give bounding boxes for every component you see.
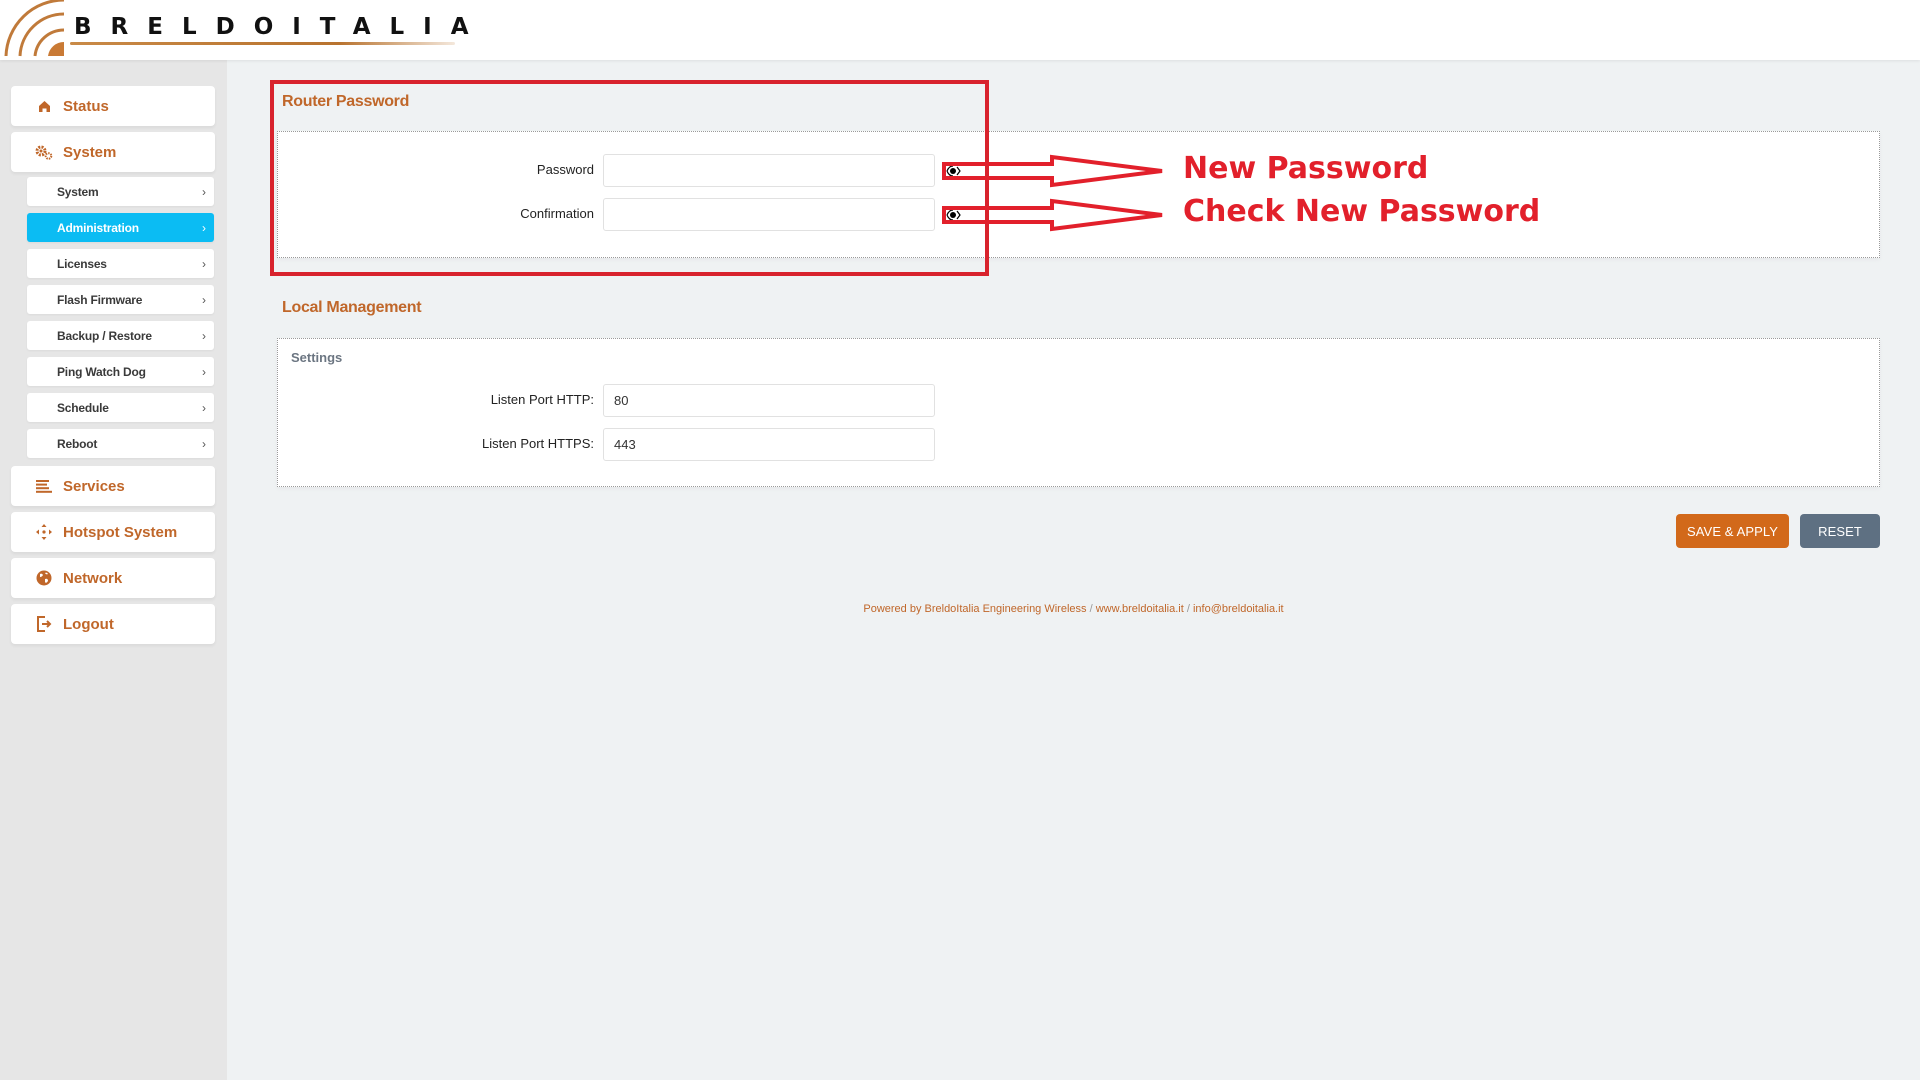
sidebar-item-hotspot-system[interactable]: Hotspot System	[11, 512, 215, 552]
local-management-title: Local Management	[282, 299, 422, 316]
submenu-item-label: Flash Firmware	[57, 292, 143, 307]
save-apply-button[interactable]: SAVE & APPLY	[1676, 514, 1789, 548]
sidebar-item-services[interactable]: Services	[11, 466, 215, 506]
chevron-right-icon: ›	[202, 364, 206, 379]
submenu-item-reboot[interactable]: Reboot ›	[27, 429, 214, 458]
brand-logo[interactable]: BRELDOITALIA	[0, 0, 469, 60]
chevron-right-icon: ›	[202, 256, 206, 271]
router-password-title: Router Password	[282, 93, 410, 110]
annotation-new-password: New Password	[1183, 151, 1429, 186]
sidebar-item-label: Status	[63, 97, 109, 115]
sidebar-item-label: Hotspot System	[63, 523, 178, 541]
local-management-panel: Settings Listen Port HTTP: Listen Port H…	[277, 338, 1880, 487]
submenu-item-label: System	[57, 184, 99, 199]
header: BRELDOITALIA	[0, 0, 1920, 60]
gears-icon	[35, 143, 53, 161]
chevron-right-icon: ›	[202, 220, 206, 235]
chevron-right-icon: ›	[202, 292, 206, 307]
footer-website-link[interactable]: www.breldoitalia.it	[1096, 603, 1184, 615]
submenu-item-administration[interactable]: Administration ›	[27, 213, 214, 242]
submenu-item-ping-watch-dog[interactable]: Ping Watch Dog ›	[27, 357, 214, 386]
logo-underline	[70, 42, 455, 45]
move-arrows-icon	[35, 523, 53, 541]
logout-icon	[35, 615, 53, 633]
listen-port-https-label: Listen Port HTTPS:	[482, 436, 594, 451]
submenu-item-label: Schedule	[57, 400, 109, 415]
sidebar-item-status[interactable]: Status	[11, 86, 215, 126]
sidebar-item-system[interactable]: System	[11, 132, 215, 172]
footer-email-link[interactable]: info@breldoitalia.it	[1193, 603, 1284, 615]
eye-icon[interactable]	[943, 164, 965, 178]
listen-port-http-input[interactable]	[603, 384, 935, 417]
settings-subtitle: Settings	[291, 350, 343, 365]
reset-button[interactable]: RESET	[1800, 514, 1880, 548]
confirmation-input[interactable]	[603, 198, 935, 231]
submenu-item-licenses[interactable]: Licenses ›	[27, 249, 214, 278]
submenu-item-label: Backup / Restore	[57, 328, 152, 343]
submenu-item-label: Administration	[57, 220, 139, 235]
submenu-item-flash-firmware[interactable]: Flash Firmware ›	[27, 285, 214, 314]
listen-port-http-label: Listen Port HTTP:	[490, 392, 594, 407]
chevron-right-icon: ›	[202, 400, 206, 415]
footer: Powered by BreldoItalia Engineering Wire…	[0, 603, 1920, 615]
submenu-item-backup-restore[interactable]: Backup / Restore ›	[27, 321, 214, 350]
password-label: Password	[536, 162, 594, 177]
brand-name: BRELDOITALIA	[74, 14, 488, 40]
password-input[interactable]	[603, 154, 935, 187]
footer-powered-by: Powered by BreldoItalia Engineering Wire…	[863, 603, 1087, 615]
sidebar: Status System System › Administration › …	[0, 60, 227, 1080]
sidebar-item-label: Logout	[63, 615, 114, 633]
sidebar-item-label: Network	[63, 569, 123, 587]
listen-port-https-input[interactable]	[603, 428, 935, 461]
chevron-right-icon: ›	[202, 436, 206, 451]
list-icon	[35, 477, 53, 495]
submenu-item-system[interactable]: System ›	[27, 177, 214, 206]
annotation-check-new-password: Check New Password	[1183, 194, 1541, 229]
sidebar-item-label: System	[63, 143, 117, 161]
footer-separator: /	[1186, 603, 1190, 615]
submenu-item-label: Reboot	[57, 436, 98, 451]
chevron-right-icon: ›	[202, 184, 206, 199]
submenu-item-label: Ping Watch Dog	[57, 364, 146, 379]
chevron-right-icon: ›	[202, 328, 206, 343]
globe-icon	[35, 569, 53, 587]
eye-icon[interactable]	[943, 208, 965, 222]
router-password-panel: Password Confirmation	[277, 131, 1880, 258]
submenu-item-schedule[interactable]: Schedule ›	[27, 393, 214, 422]
sidebar-item-label: Services	[63, 477, 125, 495]
wifi-arcs-logo-icon	[4, 0, 65, 57]
sidebar-item-network[interactable]: Network	[11, 558, 215, 598]
home-icon	[35, 97, 53, 115]
submenu-item-label: Licenses	[57, 256, 107, 271]
footer-separator: /	[1089, 603, 1093, 615]
confirmation-label: Confirmation	[520, 206, 594, 221]
